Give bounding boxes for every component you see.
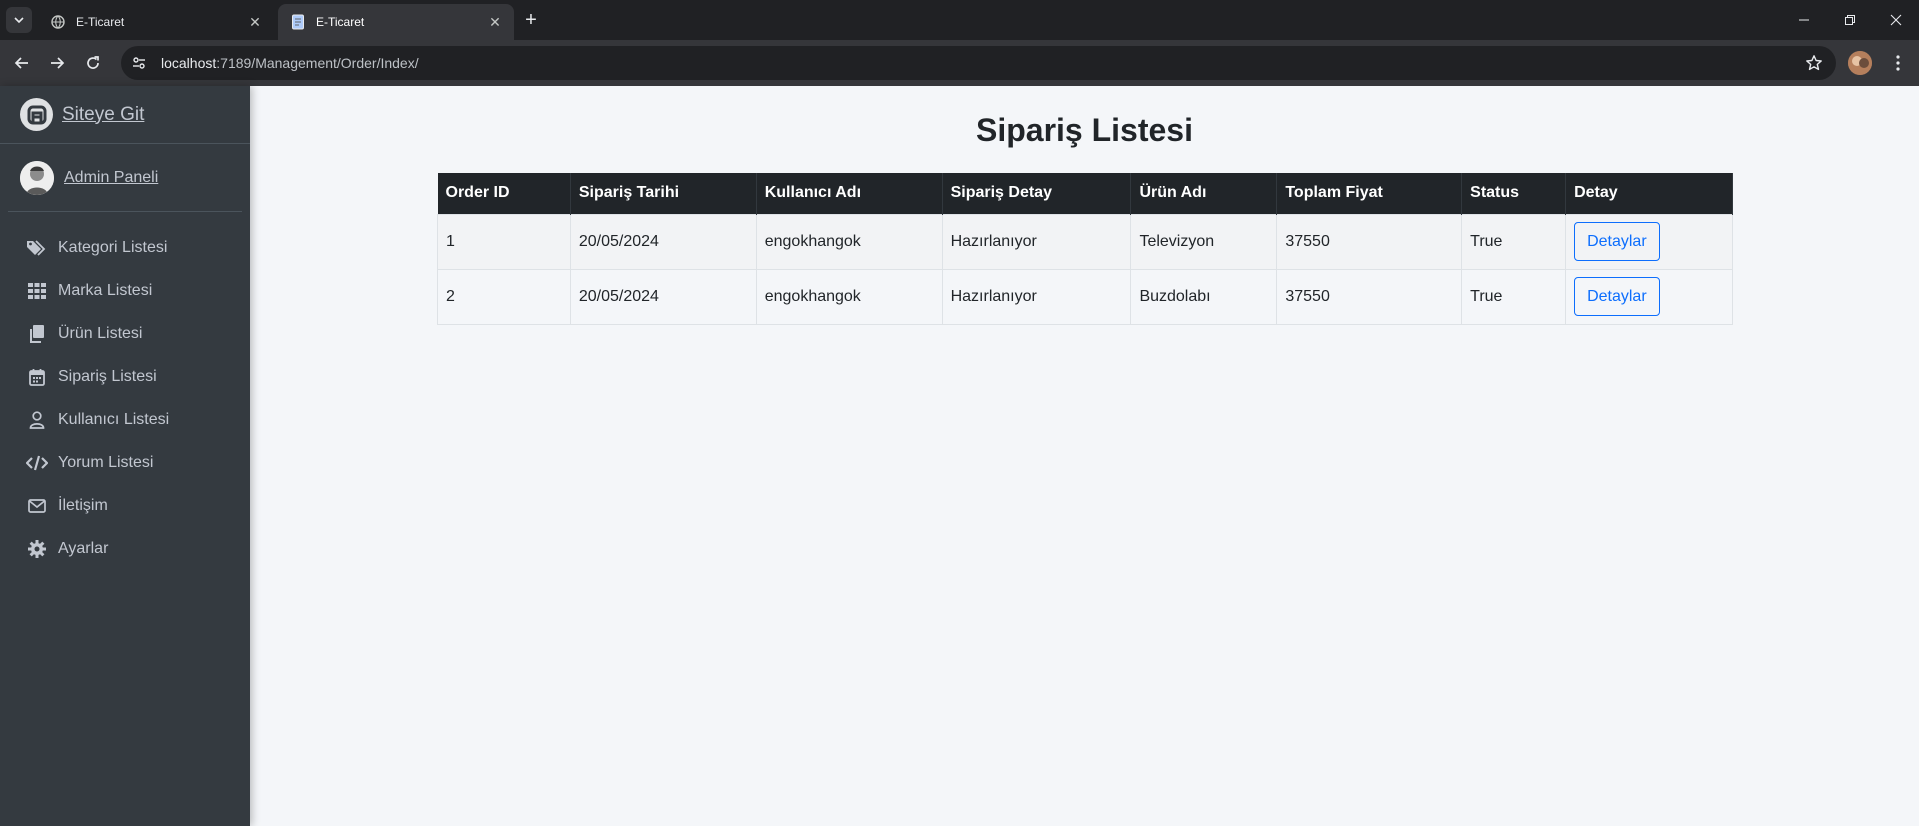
avatar <box>20 160 54 195</box>
new-tab-button[interactable]: + <box>519 8 543 32</box>
cell-total-price: 37550 <box>1276 213 1463 270</box>
cell-detail-action: Detaylar <box>1565 268 1733 325</box>
cell-username: engokhangok <box>755 213 943 270</box>
cell-order-date: 20/05/2024 <box>569 268 757 325</box>
window-close-icon[interactable] <box>1873 0 1919 40</box>
user-panel: Admin Paneli <box>8 144 242 212</box>
page-title: Sipariş Listesi <box>976 112 1193 148</box>
url-path: :7189/Management/Order/Index/ <box>216 55 419 71</box>
forward-arrow-icon[interactable] <box>45 51 69 75</box>
sidebar-item-yorum[interactable]: Yorum Listesi <box>0 441 250 484</box>
cell-order-detail: Hazırlanıyor <box>941 213 1132 270</box>
sidebar-item-label: Kategori Listesi <box>58 238 168 256</box>
document-icon <box>290 14 306 30</box>
browser-tab[interactable]: E-Ticaret ✕ <box>38 4 274 40</box>
column-header: Detay <box>1565 173 1733 214</box>
details-button[interactable]: Detaylar <box>1574 222 1660 261</box>
chevron-down-icon <box>14 17 24 24</box>
site-settings-icon[interactable] <box>125 49 153 77</box>
close-icon[interactable]: ✕ <box>486 13 504 31</box>
brand-link[interactable]: Siteye Git <box>0 86 250 144</box>
more-vert-icon[interactable] <box>1886 51 1910 75</box>
tab-title: E-Ticaret <box>76 15 125 29</box>
column-header: Sipariş Tarihi <box>570 173 757 214</box>
envelope-icon <box>26 496 48 516</box>
cell-username: engokhangok <box>755 268 943 325</box>
profile-avatar[interactable] <box>1848 51 1872 75</box>
bookmark-star-icon[interactable] <box>1804 53 1824 73</box>
sidebar-item-label: Sipariş Listesi <box>58 367 157 385</box>
sidebar-item-label: Ürün Listesi <box>58 324 143 342</box>
reload-icon[interactable] <box>81 51 105 75</box>
gear-icon <box>26 539 48 559</box>
table-row: 2 20/05/2024 engokhangok Hazırlanıyor Bu… <box>437 268 1733 325</box>
browser-tab-strip: E-Ticaret ✕ E-Ticaret ✕ + <box>0 0 1919 40</box>
orders-table: Order ID Sipariş Tarihi Kullanıcı Adı Si… <box>437 173 1733 325</box>
cell-order-detail: Hazırlanıyor <box>941 268 1132 325</box>
column-header: Order ID <box>437 173 571 214</box>
sidebar-item-siparis[interactable]: Sipariş Listesi <box>0 355 250 398</box>
table-row: 1 20/05/2024 engokhangok Hazırlanıyor Te… <box>437 213 1733 270</box>
column-header: Toplam Fiyat <box>1276 173 1463 214</box>
sidebar-item-ayarlar[interactable]: Ayarlar <box>0 527 250 570</box>
sidebar-nav: Kategori Listesi Marka Listesi Ürün List… <box>0 212 250 570</box>
url-text: localhost:7189/Management/Order/Index/ <box>161 55 419 71</box>
column-header: Ürün Adı <box>1130 173 1278 214</box>
calendar-icon <box>26 367 48 387</box>
sidebar-item-label: İletişim <box>58 496 108 514</box>
browser-toolbar: localhost:7189/Management/Order/Index/ <box>0 40 1919 86</box>
cell-detail-action: Detaylar <box>1565 213 1733 270</box>
cell-status: True <box>1461 213 1567 270</box>
tab-title: E-Ticaret <box>316 15 365 29</box>
minimize-icon[interactable] <box>1781 0 1827 40</box>
table-header-row: Order ID Sipariş Tarihi Kullanıcı Adı Si… <box>437 173 1733 214</box>
close-icon[interactable]: ✕ <box>246 13 264 31</box>
cell-order-id: 1 <box>437 213 571 270</box>
sidebar-item-iletisim[interactable]: İletişim <box>0 484 250 527</box>
grid-icon <box>26 281 48 301</box>
sidebar-item-urun[interactable]: Ürün Listesi <box>0 312 250 355</box>
cell-total-price: 37550 <box>1276 268 1463 325</box>
brand-text[interactable]: Siteye Git <box>62 104 144 126</box>
cell-order-date: 20/05/2024 <box>569 213 757 270</box>
address-bar[interactable]: localhost:7189/Management/Order/Index/ <box>121 46 1836 80</box>
copy-icon <box>26 324 48 344</box>
cell-order-id: 2 <box>437 268 571 325</box>
cell-product-name: Buzdolabı <box>1130 268 1278 325</box>
back-arrow-icon[interactable] <box>10 51 34 75</box>
sidebar-item-label: Kullanıcı Listesi <box>58 410 170 428</box>
user-icon <box>26 410 48 430</box>
sidebar-item-label: Yorum Listesi <box>58 453 154 471</box>
restore-icon[interactable] <box>1827 0 1873 40</box>
browser-tab-active[interactable]: E-Ticaret ✕ <box>278 4 514 40</box>
code-icon <box>26 453 48 473</box>
tags-icon <box>26 238 48 258</box>
column-header: Sipariş Detay <box>942 173 1132 214</box>
globe-icon <box>50 14 66 30</box>
user-name-link[interactable]: Admin Paneli <box>64 169 158 187</box>
sidebar-item-label: Marka Listesi <box>58 281 153 299</box>
main-content: Sipariş Listesi Order ID Sipariş Tarihi … <box>250 86 1919 826</box>
sidebar-item-kategori[interactable]: Kategori Listesi <box>0 226 250 269</box>
column-header: Status <box>1461 173 1567 214</box>
url-host: localhost <box>161 55 217 71</box>
sidebar-item-marka[interactable]: Marka Listesi <box>0 269 250 312</box>
cell-product-name: Televizyon <box>1130 213 1278 270</box>
details-button[interactable]: Detaylar <box>1574 277 1660 316</box>
tab-search-button[interactable] <box>6 7 32 33</box>
column-header: Kullanıcı Adı <box>756 173 943 214</box>
sidebar-item-label: Ayarlar <box>58 539 109 557</box>
sidebar-item-kullanici[interactable]: Kullanıcı Listesi <box>0 398 250 441</box>
brand-logo-icon <box>20 98 53 131</box>
cell-status: True <box>1461 268 1567 325</box>
sidebar: Siteye Git Admin Paneli Kategori Listesi… <box>0 86 250 826</box>
